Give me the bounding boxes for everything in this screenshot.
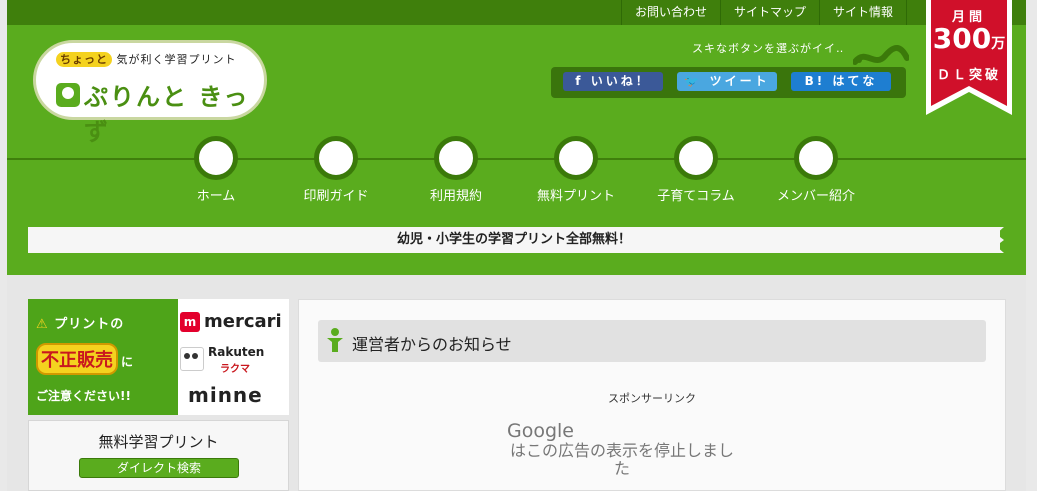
google-logo: Google [507, 420, 575, 442]
facebook-icon: f [575, 74, 584, 88]
nav-home[interactable]: ホーム [156, 136, 276, 204]
mercari-icon: m [180, 312, 200, 332]
site-info-link[interactable]: サイト情報 [818, 0, 907, 25]
nav-label: 子育てコラム [657, 189, 735, 204]
logo-tagline: ちょっと 気が利く学習プリント [56, 51, 237, 67]
warning-icon: ⚠ [36, 317, 49, 332]
facebook-like-label: いいね！ [590, 74, 651, 88]
nav-print-guide[interactable]: 印刷ガイド [276, 136, 396, 204]
banner-text: 幼児・小学生の学習プリント全部無料！ [396, 232, 631, 247]
top-bar: お問い合わせ サイトマップ サイト情報 [7, 0, 1026, 25]
nav-members[interactable]: メンバー紹介 [756, 136, 876, 204]
hatena-bookmark-button[interactable]: B! はてな [791, 72, 891, 91]
twitter-bird-icon: 🐦 [684, 74, 703, 88]
nav-dot-icon [554, 136, 598, 180]
direct-search-button[interactable]: ダイレクト検索 [79, 458, 239, 478]
news-heading: 運営者からのお知らせ [318, 320, 986, 362]
warning-line1-text: プリントの [54, 317, 125, 332]
hatena-label: はてな [832, 74, 878, 88]
side-box-title: 無料学習プリント [98, 433, 219, 451]
site-logo[interactable]: ちょっと 気が利く学習プリント ぷりんと きっず [33, 40, 267, 146]
facebook-like-button[interactable]: f いいね！ [563, 72, 663, 91]
snake-icon [853, 45, 909, 65]
sitemap-link[interactable]: サイトマップ [719, 0, 819, 25]
nav-label: 無料プリント [536, 189, 615, 204]
tweet-label: ツイート [709, 74, 770, 88]
warning-line2-suffix: に [121, 355, 134, 369]
warning-line2: 不正販売に [36, 343, 133, 375]
hatena-icon: B! [804, 74, 826, 88]
free-prints-search-box: 無料学習プリント ダイレクト検索 [28, 420, 289, 491]
site-header: お問い合わせ サイトマップ サイト情報 ちょっと 気が利く学習プリント ぷりんと… [7, 0, 1026, 275]
banner-notch [982, 227, 1004, 253]
download-count-ribbon: 月間 300万 ＤＬ突破 [926, 0, 1012, 115]
warning-panel: ⚠ プリントの 不正販売に ご注意ください!! [28, 299, 178, 415]
logo-mark-icon [56, 83, 80, 107]
nav-dot-icon [794, 136, 838, 180]
contact-link[interactable]: お問い合わせ [620, 0, 720, 25]
share-bar: f いいね！ 🐦 ツイート B! はてな [551, 67, 906, 98]
ad-stopped-message: はこの広告の表示を停止しました [509, 441, 734, 478]
nav-parenting-column[interactable]: 子育てコラム [636, 136, 756, 204]
logo-tagline-text: 気が利く学習プリント [116, 53, 237, 66]
warning-line3: ご注意ください!! [36, 389, 131, 403]
warning-highlight: 不正販売 [36, 343, 118, 375]
rakuma-name: ラクマ [220, 364, 250, 375]
nav-label: ホーム [196, 189, 236, 204]
nav-dot-icon [674, 136, 718, 180]
ribbon-number: 300万 [926, 22, 1012, 55]
logo-tagline-highlight: ちょっと [56, 52, 112, 67]
mercari-name: mercari [204, 311, 282, 332]
ribbon-count: 300 [932, 22, 992, 55]
nav-dot-icon [314, 136, 358, 180]
mercari-logo: m mercari [180, 311, 282, 332]
top-links: お問い合わせ サイトマップ サイト情報 [620, 0, 907, 25]
rakuma-icon [180, 347, 204, 371]
ad-placeholder: Google はこの広告の表示を停止しました [507, 420, 807, 478]
nav-label: 印刷ガイド [303, 189, 369, 204]
fraud-warning-ad[interactable]: ⚠ プリントの 不正販売に ご注意ください!! m mercari Rakuten… [28, 299, 289, 415]
warning-line1: ⚠ プリントの [36, 313, 124, 332]
person-icon [327, 328, 343, 352]
nav-terms[interactable]: 利用規約 [396, 136, 516, 204]
ribbon-unit: 万 [991, 36, 1006, 52]
nav-dot-icon [434, 136, 478, 180]
sponsor-label: スポンサーリンク [608, 392, 696, 405]
tweet-button[interactable]: 🐦 ツイート [677, 72, 777, 91]
news-heading-title: 運営者からのお知らせ [352, 335, 512, 354]
minne-logo: minne [188, 383, 263, 407]
main-content: 運営者からのお知らせ スポンサーリンク Google はこの広告の表示を停止しま… [298, 299, 1006, 491]
nav-free-prints[interactable]: 無料プリント [516, 136, 636, 204]
nav-label: メンバー紹介 [776, 189, 855, 204]
nav-label: 利用規約 [429, 189, 482, 204]
share-prompt: スキなボタンを選ぶがイイ‥ [692, 42, 845, 55]
nav-dot-icon [194, 136, 238, 180]
rakuten-name: Rakuten [208, 345, 265, 359]
page: お問い合わせ サイトマップ サイト情報 ちょっと 気が利く学習プリント ぷりんと… [7, 0, 1026, 491]
ribbon-downloads: ＤＬ突破 [936, 68, 1001, 83]
header-banner: 幼児・小学生の学習プリント全部無料！ [28, 227, 1000, 253]
